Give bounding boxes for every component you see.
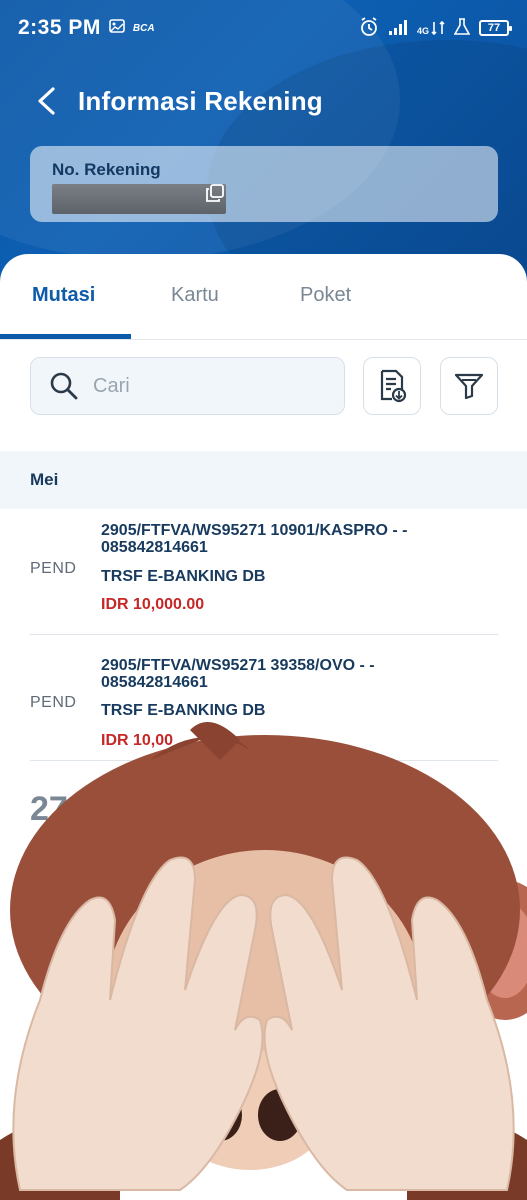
chevron-left-icon [38,87,55,115]
active-tab-indicator [0,334,131,339]
signal-icon [388,19,408,38]
transaction-type: TRSF E-BANKING DB [101,702,266,719]
status-bar: 2:35 PM BCA 4G 77 [0,0,527,56]
title-bar: Informasi Rekening [0,70,527,132]
transaction-type: TRSF E-BANKING DB [101,568,266,585]
search-input[interactable] [93,374,313,398]
copy-button[interactable] [206,184,228,206]
tab-bar: Mutasi Kartu Poket [0,254,527,340]
filter-icon [454,373,484,400]
lab-flask-icon [453,17,471,39]
transaction-status: PEND [30,560,77,577]
month-header: Mei [0,451,527,509]
battery-icon: 77 [479,20,512,36]
see-no-evil-monkey-sticker [0,722,527,1200]
back-button[interactable] [16,71,76,131]
tab-mutasi[interactable]: Mutasi [32,284,95,307]
status-time: 2:35 PM [18,16,101,39]
network-type-label: 4G [416,26,429,36]
transaction-description-line1: 2905/FTFVA/WS95271 10901/KASPRO - - [101,522,408,539]
battery-level: 77 [487,22,501,34]
transaction-description: 2905/FTFVA/WS95271 39358/OVO - - 0858428… [101,657,481,691]
tab-kartu[interactable]: Kartu [171,284,219,307]
document-download-icon [380,369,407,403]
transaction-row[interactable]: PEND 2905/FTFVA/WS95271 10901/KASPRO - -… [30,509,498,635]
copy-icon [206,184,224,202]
image-notification-icon [109,18,125,38]
account-number-label: No. Rekening [52,160,161,179]
bca-notification-label: BCA [132,22,155,34]
transaction-status: PEND [30,694,77,711]
search-row [30,357,498,415]
transaction-amount: IDR 10,000.00 [101,596,205,613]
account-number-redacted [52,184,226,214]
download-statement-button[interactable] [363,357,421,415]
account-card: No. Rekening [30,146,498,222]
signal-4g-icon: 4G [417,20,445,36]
transaction-description-line2: 085842814661 [101,674,208,691]
transaction-description: 2905/FTFVA/WS95271 10901/KASPRO - - 0858… [101,522,481,556]
page-title: Informasi Rekening [78,85,323,116]
search-box [30,357,345,415]
tab-poket[interactable]: Poket [300,284,351,307]
transaction-description-line1: 2905/FTFVA/WS95271 39358/OVO - - [101,657,375,674]
search-icon [50,372,78,400]
transaction-description-line2: 085842814661 [101,539,208,556]
alarm-icon [359,16,379,40]
filter-button[interactable] [440,357,498,415]
